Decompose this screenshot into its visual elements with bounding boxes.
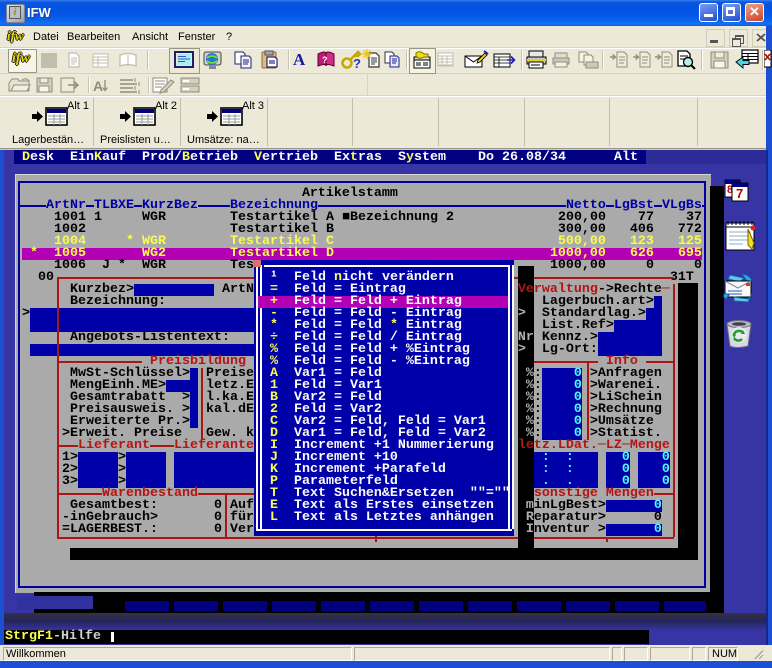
- svg-text:?: ?: [353, 56, 361, 70]
- svg-text:7: 7: [736, 186, 743, 201]
- svg-text:A: A: [93, 78, 103, 94]
- svg-text:?: ?: [322, 55, 328, 65]
